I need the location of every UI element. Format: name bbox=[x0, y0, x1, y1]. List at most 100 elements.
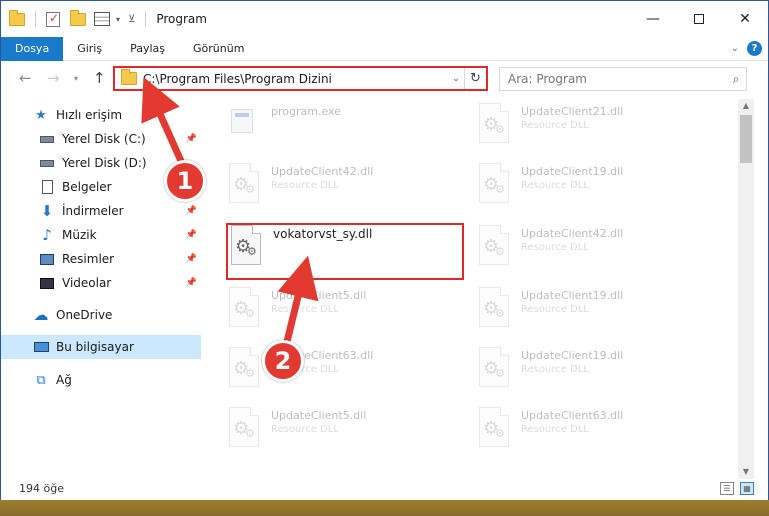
scroll-down-icon[interactable]: ▼ bbox=[738, 465, 754, 479]
sidebar-item-pictures[interactable]: Resimler 📌 bbox=[1, 247, 201, 271]
file-list: program.exe ⚙ ⚙ UpdateClient21.dll Resourc… bbox=[213, 99, 738, 471]
customize-toolbar-icon[interactable]: ⊻ bbox=[128, 14, 135, 25]
search-icon[interactable]: ⌕ bbox=[726, 72, 746, 87]
address-bar[interactable]: C:\Program Files\Program Dizini ⌄ ↻ bbox=[113, 66, 488, 91]
view-switcher: ☰ ▦ bbox=[720, 482, 754, 495]
minimize-button[interactable]: — bbox=[630, 1, 676, 37]
executable-icon bbox=[225, 101, 263, 145]
file-item[interactable]: ⚙ ⚙ UpdateClient19.dll Resource DLL bbox=[475, 345, 715, 401]
file-item[interactable]: ⚙ ⚙ UpdateClient42.dll Resource DLL bbox=[475, 223, 715, 279]
folder-icon bbox=[121, 69, 137, 85]
file-item[interactable]: ⚙ ⚙ UpdateClient5.dll Resource DLL bbox=[225, 405, 465, 461]
refresh-icon[interactable]: ↻ bbox=[464, 68, 486, 89]
drive-icon bbox=[39, 155, 55, 171]
file-name: UpdateClient19.dll bbox=[521, 289, 624, 302]
dll-gear-icon: ⚙ ⚙ bbox=[475, 161, 513, 205]
close-icon: ✕ bbox=[739, 11, 751, 27]
sidebar-item-label: Videolar bbox=[62, 276, 112, 290]
details-view-icon[interactable]: ☰ bbox=[720, 482, 734, 495]
new-folder-icon[interactable] bbox=[70, 9, 86, 26]
expand-ribbon-icon[interactable]: ⌄ bbox=[731, 43, 739, 54]
file-item[interactable]: ⚙ ⚙ UpdateClient19.dll Resource DLL bbox=[475, 285, 715, 341]
file-name: UpdateClient19.dll bbox=[521, 165, 624, 178]
pin-icon[interactable]: 📌 bbox=[186, 278, 197, 288]
dll-gear-icon: ⚙ ⚙ bbox=[225, 285, 263, 329]
dll-gear-icon: ⚙ ⚙ bbox=[225, 161, 263, 205]
up-arrow-icon[interactable]: ↑ bbox=[93, 69, 106, 87]
file-item[interactable]: ⚙ ⚙ UpdateClient5.dll Resource DLL bbox=[225, 285, 465, 341]
close-button[interactable]: ✕ bbox=[722, 1, 768, 37]
dll-gear-icon: ⚙ ⚙ bbox=[227, 223, 265, 267]
file-item[interactable]: ⚙ ⚙ UpdateClient21.dll Resource DLL bbox=[475, 101, 715, 157]
forward-arrow-icon[interactable]: → bbox=[47, 69, 60, 87]
dll-gear-icon: ⚙ ⚙ bbox=[225, 345, 263, 389]
file-explorer-window: ▾ ⊻ Program — ✕ Dosya Giriş Paylaş Görün… bbox=[0, 0, 769, 500]
file-name: UpdateClient21.dll bbox=[521, 105, 624, 118]
search-input[interactable] bbox=[508, 72, 726, 86]
scrollbar-thumb[interactable] bbox=[740, 115, 752, 163]
sidebar-item-label: Yerel Disk (C:) bbox=[62, 132, 146, 146]
dll-gear-icon: ⚙ ⚙ bbox=[475, 285, 513, 329]
search-box[interactable]: ⌕ bbox=[499, 67, 747, 91]
address-dropdown-icon[interactable]: ⌄ bbox=[448, 74, 464, 84]
sidebar-item-label: Müzik bbox=[62, 228, 97, 242]
file-item[interactable]: ⚙ ⚙ UpdateClient63.dll Resource DLL bbox=[225, 345, 465, 401]
tab-share[interactable]: Paylaş bbox=[116, 37, 179, 61]
help-icon[interactable]: ? bbox=[747, 41, 762, 56]
sidebar-item-music[interactable]: ♪ Müzik 📌 bbox=[1, 223, 201, 247]
download-icon: ⬇ bbox=[40, 202, 54, 220]
properties-icon[interactable] bbox=[94, 12, 110, 26]
sidebar-item-onedrive[interactable]: ☁ OneDrive bbox=[1, 303, 201, 327]
sidebar-item-disk-c[interactable]: Yerel Disk (C:) 📌 bbox=[1, 127, 201, 151]
computer-icon bbox=[33, 339, 49, 355]
chevron-down-icon[interactable]: ▾ bbox=[116, 15, 120, 24]
network-icon: ⧉ bbox=[36, 372, 46, 388]
file-name: program.exe bbox=[271, 105, 341, 118]
maximize-icon bbox=[694, 14, 704, 24]
tab-view[interactable]: Görünüm bbox=[179, 37, 258, 61]
sidebar-item-label: İndirmeler bbox=[62, 204, 124, 218]
file-item-vokatorvst-dll[interactable]: ⚙ ⚙ vokatorvst_sy.dll bbox=[227, 223, 467, 279]
back-arrow-icon[interactable]: ← bbox=[19, 69, 32, 87]
file-type: Resource DLL bbox=[271, 424, 339, 435]
address-path[interactable]: C:\Program Files\Program Dizini bbox=[143, 72, 448, 86]
sidebar-item-network[interactable]: ⧉ Ağ bbox=[1, 368, 201, 392]
sidebar-item-videos[interactable]: Videolar 📌 bbox=[1, 271, 201, 295]
sidebar-item-label: Hızlı erişim bbox=[56, 108, 123, 122]
tab-home[interactable]: Giriş bbox=[63, 37, 116, 61]
toolbar-divider bbox=[145, 11, 147, 27]
pin-icon[interactable]: 📌 bbox=[186, 206, 197, 216]
file-name: UpdateClient5.dll bbox=[271, 289, 367, 302]
file-item[interactable]: ⚙ ⚙ UpdateClient19.dll Resource DLL bbox=[475, 161, 715, 217]
documents-icon bbox=[39, 179, 55, 195]
sidebar-item-quick-access[interactable]: ★ Hızlı erişim bbox=[1, 103, 201, 127]
maximize-button[interactable] bbox=[676, 1, 722, 37]
pin-icon[interactable]: 📌 bbox=[186, 254, 197, 264]
title-bar: ▾ ⊻ Program — ✕ bbox=[1, 1, 768, 37]
step-badge-2: 2 bbox=[262, 340, 304, 382]
sidebar-item-label: Bu bilgisayar bbox=[56, 340, 134, 354]
pin-icon[interactable]: 📌 bbox=[186, 134, 197, 144]
dll-gear-icon: ⚙ ⚙ bbox=[475, 345, 513, 389]
window-title: Program bbox=[156, 12, 207, 26]
file-name: UpdateClient5.dll bbox=[271, 409, 367, 422]
file-item[interactable]: ⚙ ⚙ UpdateClient42.dll Resource DLL bbox=[225, 161, 465, 217]
file-item[interactable]: ⚙ ⚙ UpdateClient63.dll Resource DLL bbox=[475, 405, 715, 461]
status-bar: 194 öğe ☰ ▦ bbox=[1, 479, 768, 500]
star-icon: ★ bbox=[35, 107, 47, 123]
sidebar-item-this-pc[interactable]: Bu bilgisayar bbox=[1, 335, 201, 359]
dll-gear-icon: ⚙ ⚙ bbox=[225, 405, 263, 449]
address-row: ← → ▾ ↑ C:\Program Files\Program Dizini … bbox=[1, 62, 768, 95]
recent-locations-icon[interactable]: ▾ bbox=[74, 74, 78, 83]
scroll-up-icon[interactable]: ▲ bbox=[738, 99, 754, 113]
dll-gear-icon: ⚙ ⚙ bbox=[475, 405, 513, 449]
pictures-icon bbox=[39, 251, 55, 267]
sidebar-item-downloads[interactable]: ⬇ İndirmeler 📌 bbox=[1, 199, 201, 223]
properties-check-icon[interactable] bbox=[46, 11, 60, 27]
window-controls: — ✕ bbox=[630, 1, 768, 37]
file-item-program-exe[interactable]: program.exe bbox=[225, 101, 465, 157]
pin-icon[interactable]: 📌 bbox=[186, 230, 197, 240]
vertical-scrollbar[interactable]: ▲ ▼ bbox=[738, 99, 754, 479]
tiles-view-icon[interactable]: ▦ bbox=[740, 482, 754, 495]
tab-file[interactable]: Dosya bbox=[1, 36, 64, 61]
